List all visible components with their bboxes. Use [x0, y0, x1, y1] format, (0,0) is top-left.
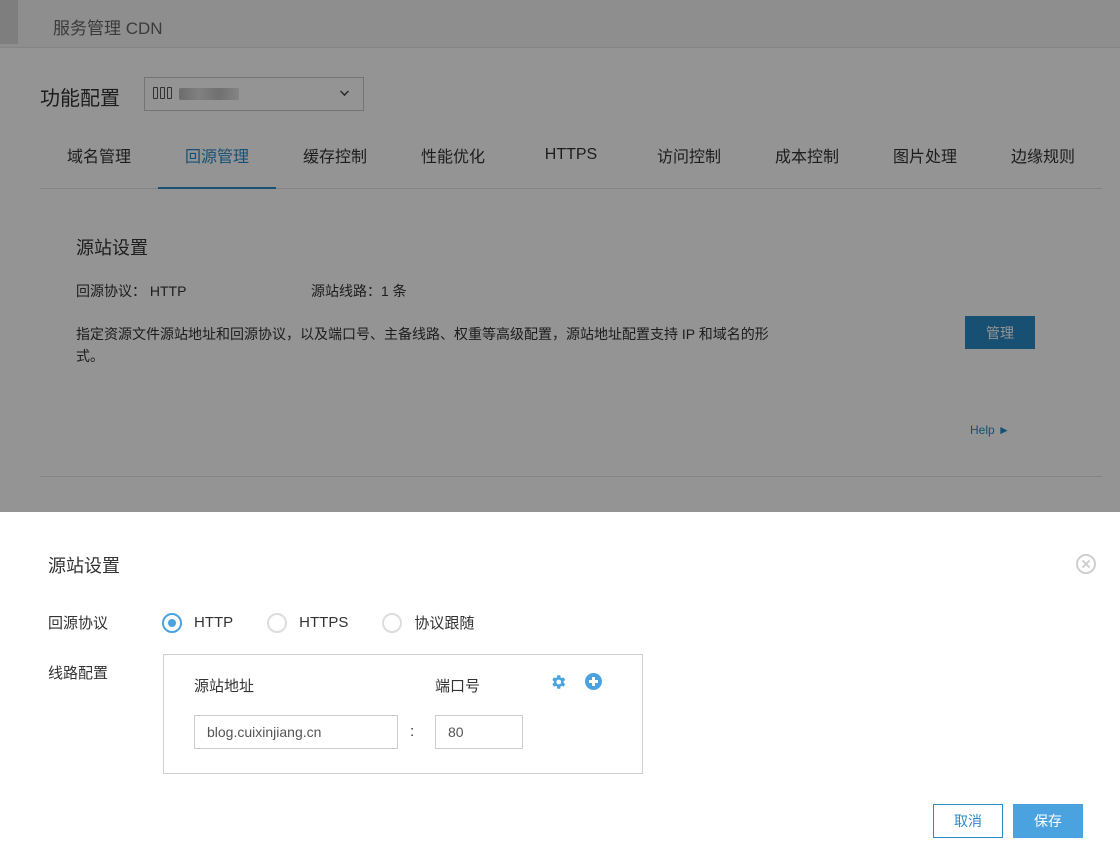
modal-overlay[interactable]	[0, 0, 1120, 512]
radio-unchecked-icon	[382, 612, 403, 633]
port-input[interactable]	[435, 715, 523, 749]
dialog-title: 源站设置	[48, 556, 120, 576]
save-button[interactable]: 保存	[1013, 804, 1083, 838]
line-config-label: 线路配置	[48, 665, 109, 682]
cancel-button[interactable]: 取消	[933, 804, 1003, 838]
line-config-box: 源站地址 端口号 :	[163, 654, 643, 774]
radio-label: HTTPS	[299, 614, 349, 631]
protocol-radio-group: HTTP HTTPS 协议跟随	[162, 612, 508, 633]
origin-address-input[interactable]	[194, 715, 398, 749]
radio-label: 协议跟随	[414, 615, 475, 632]
radio-follow-protocol[interactable]: 协议跟随	[382, 612, 474, 633]
gear-icon[interactable]	[549, 673, 567, 691]
protocol-label: 回源协议	[48, 615, 109, 632]
radio-unchecked-icon	[267, 612, 288, 633]
radio-checked-icon	[162, 612, 182, 633]
close-icon[interactable]	[1076, 554, 1096, 574]
port-header: 端口号	[435, 678, 481, 695]
radio-label: HTTP	[194, 614, 234, 631]
add-line-icon[interactable]	[585, 673, 602, 690]
origin-settings-dialog: 源站设置 回源协议 HTTP HTTPS 协议跟随 线路配置 源站地址 端口号 …	[0, 512, 1120, 851]
address-port-separator: :	[410, 723, 415, 740]
radio-https[interactable]: HTTPS	[267, 612, 349, 633]
radio-http[interactable]: HTTP	[162, 612, 234, 633]
origin-address-header: 源站地址	[194, 678, 255, 695]
